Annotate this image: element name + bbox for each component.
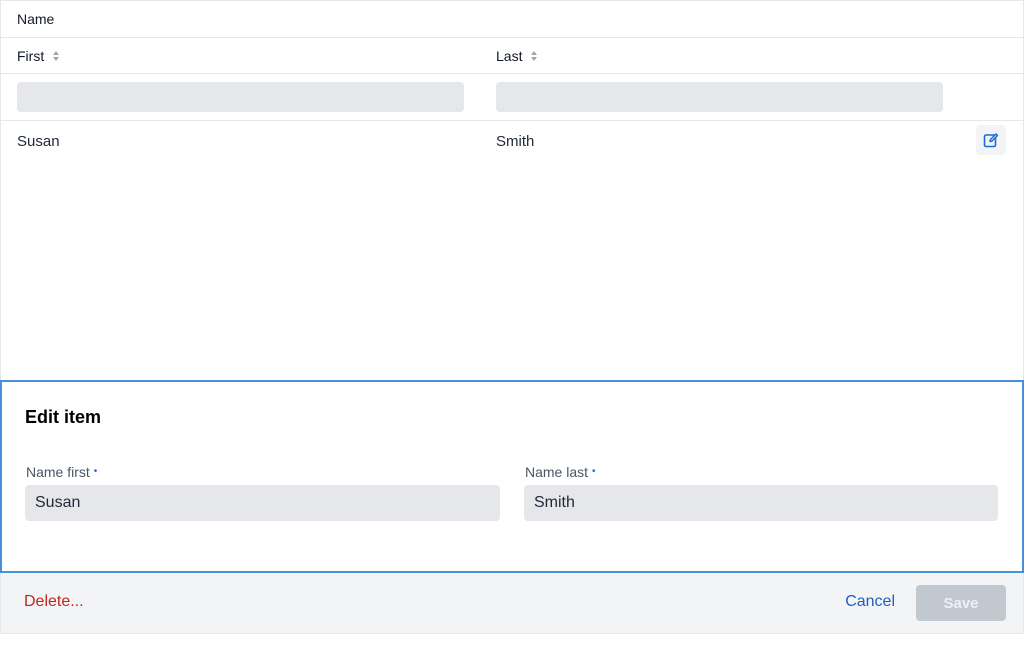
sort-icon <box>531 51 538 61</box>
sort-icon <box>53 51 60 61</box>
column-header-first[interactable]: First <box>17 38 60 74</box>
data-grid: Name First Last Susan Smith <box>0 0 1024 380</box>
field-label-text: Name last <box>525 464 589 480</box>
delete-button[interactable]: Delete... <box>24 593 84 611</box>
field-label-last: Name last • <box>525 464 596 480</box>
save-button[interactable]: Save <box>916 585 1006 621</box>
filter-row <box>1 74 1023 121</box>
column-group-header: Name <box>1 1 1023 38</box>
required-marker: • <box>93 466 98 477</box>
table-row[interactable]: Susan Smith <box>1 121 1023 161</box>
filter-input-first[interactable] <box>17 82 464 112</box>
field-label-text: Name first <box>26 464 90 480</box>
cell-first: Susan <box>17 132 60 150</box>
editor-footer: Delete... Cancel Save <box>0 573 1024 634</box>
cell-last: Smith <box>496 132 535 150</box>
column-header-label: First <box>17 48 45 64</box>
edit-panel-title: Edit item <box>25 407 102 427</box>
field-label-first: Name first • <box>26 464 97 480</box>
column-header-label: Last <box>496 48 523 64</box>
cancel-button[interactable]: Cancel <box>845 593 895 611</box>
name-last-input[interactable] <box>524 485 998 521</box>
column-header-row: First Last <box>1 38 1023 74</box>
edit-icon <box>983 133 999 148</box>
column-header-last[interactable]: Last <box>496 38 538 74</box>
name-first-input[interactable] <box>25 485 500 521</box>
group-header-label: Name <box>17 11 55 27</box>
filter-input-last[interactable] <box>496 82 943 112</box>
edit-item-panel: Edit item Name first • Name last • <box>0 380 1024 573</box>
required-marker: • <box>592 466 596 477</box>
edit-row-button[interactable] <box>976 125 1006 155</box>
